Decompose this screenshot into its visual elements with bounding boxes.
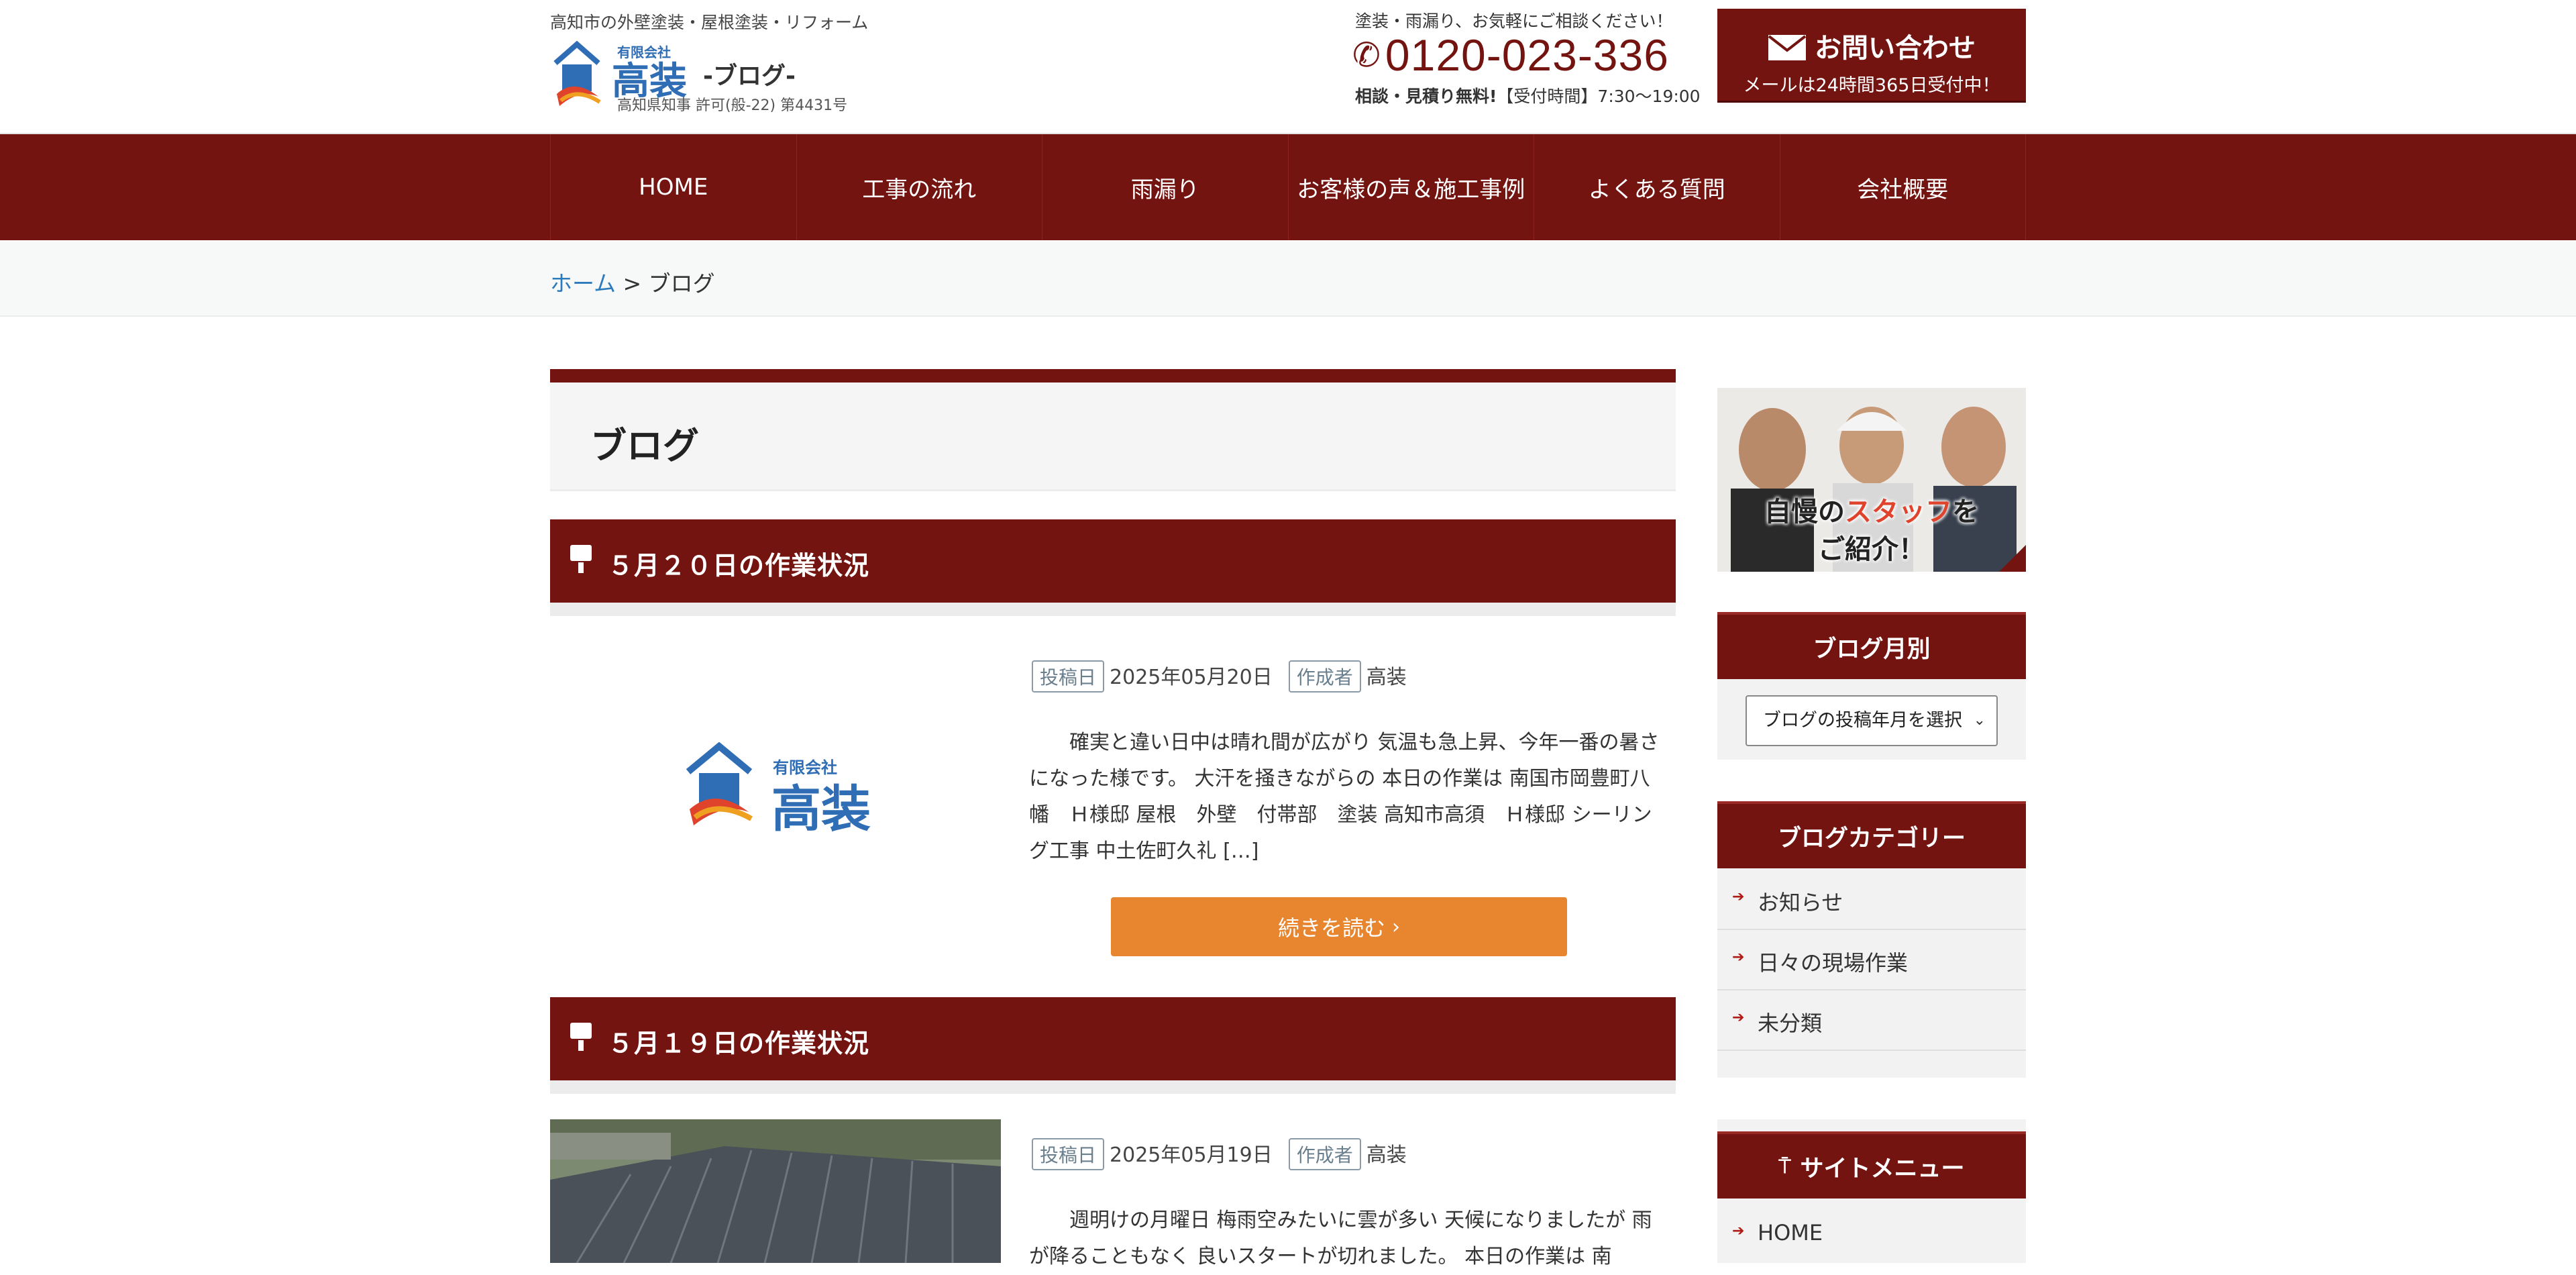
brush-icon <box>570 1023 592 1051</box>
category-widget-title: ブログカテゴリー <box>1717 801 2026 868</box>
post-thumbnail[interactable]: 有限会社 高装 <box>550 617 1001 926</box>
post-title: ５月２０日の作業状況 <box>608 551 870 580</box>
roof-photo <box>550 1119 1001 1263</box>
page-title: ブログ <box>590 425 699 467</box>
sitemenu-widget-title: ⍑ サイトメニュー <box>1717 1131 2026 1198</box>
post-author[interactable]: 高装 <box>1366 1143 1407 1167</box>
staff-banner[interactable]: 自慢のスタッフを ご紹介！ <box>1717 388 2026 572</box>
arrow-right-icon: ➔ <box>1732 1009 1745 1026</box>
page-header: ブログ <box>550 369 1676 491</box>
tel-note: 相談・見積り無料!【受付時間】7:30〜19:00 <box>1355 83 1701 107</box>
nav-item-faq[interactable]: よくある質問 <box>1534 134 1780 240</box>
archive-select-value: ブログの投稿年月を選択 <box>1763 710 1962 731</box>
thumb-logo-mark <box>686 742 753 825</box>
license-text: 高知県知事 許可(般-22) 第4431号 <box>617 97 848 114</box>
author-label: 作成者 <box>1288 660 1361 693</box>
chevron-right-icon: › <box>1392 915 1400 939</box>
read-more-label: 続きを読む <box>1277 915 1385 941</box>
post-thumbnail[interactable] <box>550 1119 1001 1263</box>
breadcrumb-home-link[interactable]: ホーム <box>550 270 616 297</box>
thumb-logo-name: 高装 <box>771 780 871 838</box>
post-meta: 投稿日 2025年05月19日 作成者 高装 <box>1032 1138 1407 1170</box>
nav-item-flow[interactable]: 工事の流れ <box>796 134 1042 240</box>
staff-banner-line2: ご紹介！ <box>1818 534 1925 565</box>
sitemenu-title-text: サイトメニュー <box>1800 1155 1965 1182</box>
date-label: 投稿日 <box>1032 660 1105 693</box>
category-item[interactable]: ➔ 日々の現場作業 <box>1717 930 2026 990</box>
staff-banner-line1: 自慢のスタッフを <box>1717 490 2026 529</box>
author-label: 作成者 <box>1288 1138 1361 1170</box>
post-title-bar[interactable]: ５月１９日の作業状況 <box>550 997 1676 1094</box>
archive-widget: ブログの投稿年月を選択 ⌄ <box>1717 679 2026 760</box>
contact-sub: メールは24時間365日受付中！ <box>1743 75 2000 96</box>
post-excerpt: 確実と違い日中は晴れ間が広がり 気温も急上昇、今年一番の暑さになった様です。 大… <box>1029 731 1660 863</box>
breadcrumb: ホーム > ブログ <box>550 266 715 298</box>
category-item[interactable]: ➔ 未分類 <box>1717 990 2026 1051</box>
breadcrumb-bar: ホーム > ブログ <box>0 242 2576 317</box>
staff-banner-text-b: スタッフ <box>1845 497 1952 527</box>
tel-note-free: 相談・見積り無料! <box>1355 87 1497 106</box>
date-label: 投稿日 <box>1032 1138 1105 1170</box>
paint-roller-icon: ⍑ <box>1778 1154 1791 1178</box>
post-excerpt: 週明けの月曜日 梅雨空みたいに雲が多い 天候になりましたが 雨が降ることもなく … <box>1029 1209 1652 1268</box>
brush-icon <box>570 545 592 573</box>
site-tagline: 高知市の外壁塗装・屋根塗装・リフォーム <box>550 13 869 32</box>
contact-title: お問い合わせ <box>1717 26 2026 65</box>
tel-text: 0120-023-336 <box>1385 30 1669 80</box>
mail-icon <box>1768 35 1807 60</box>
category-label: お知らせ <box>1758 890 1843 915</box>
nav-item-company[interactable]: 会社概要 <box>1779 134 2026 240</box>
arrow-right-icon: ➔ <box>1732 1223 1745 1239</box>
post-author[interactable]: 高装 <box>1366 666 1407 689</box>
sitemenu-label: HOME <box>1758 1220 1823 1245</box>
contact-button[interactable]: お問い合わせ メールは24時間365日受付中！ <box>1717 9 2026 103</box>
arrow-right-icon: ➔ <box>1732 949 1745 966</box>
post-date: 2025年05月20日 <box>1110 666 1273 689</box>
tel-note-hours: 【受付時間】7:30〜19:00 <box>1497 87 1701 106</box>
category-widget: ➔ お知らせ ➔ 日々の現場作業 ➔ 未分類 <box>1717 868 2026 1078</box>
tel-number[interactable]: ✆0120-023-336 <box>1352 30 1669 81</box>
nav-item-voice[interactable]: お客様の声＆施工事例 <box>1287 134 1534 240</box>
arrow-right-icon: ➔ <box>1732 888 1745 905</box>
tel-lead: 塗装・雨漏り、お気軽にご相談ください！ <box>1355 11 1673 31</box>
category-item[interactable]: ➔ お知らせ <box>1717 870 2026 930</box>
post-title-bar[interactable]: ５月２０日の作業状況 <box>550 519 1676 616</box>
chevron-down-icon: ⌄ <box>1973 712 1986 729</box>
breadcrumb-current: ブログ <box>648 270 715 297</box>
post-date: 2025年05月19日 <box>1110 1143 1273 1167</box>
blog-subtitle: -ブログ- <box>703 62 796 90</box>
post-meta: 投稿日 2025年05月20日 作成者 高装 <box>1032 660 1407 693</box>
breadcrumb-separator: > <box>616 270 649 297</box>
nav-item-leak[interactable]: 雨漏り <box>1042 134 1288 240</box>
archive-select[interactable]: ブログの投稿年月を選択 ⌄ <box>1746 695 1998 746</box>
staff-banner-text-c: を <box>1952 497 1979 527</box>
staff-banner-text-a: 自慢の <box>1764 497 1845 527</box>
category-label: 未分類 <box>1758 1011 1823 1036</box>
global-nav: HOME 工事の流れ 雨漏り お客様の声＆施工事例 よくある質問 会社概要 <box>0 134 2576 240</box>
sitemenu-item[interactable]: ➔ HOME <box>1717 1204 2026 1264</box>
category-label: 日々の現場作業 <box>1758 950 1909 976</box>
nav-item-home[interactable]: HOME <box>550 134 796 240</box>
site-header: 高知市の外壁塗装・屋根塗装・リフォーム 有限会社 高装 -ブログ- 高知県知事 … <box>0 0 2576 134</box>
phone-icon: ✆ <box>1352 36 1381 74</box>
post-title: ５月１９日の作業状況 <box>608 1029 870 1058</box>
contact-title-text: お問い合わせ <box>1815 33 1976 64</box>
archive-widget-title: ブログ月別 <box>1717 612 2026 679</box>
read-more-button[interactable]: 続きを読む › <box>1111 897 1567 956</box>
